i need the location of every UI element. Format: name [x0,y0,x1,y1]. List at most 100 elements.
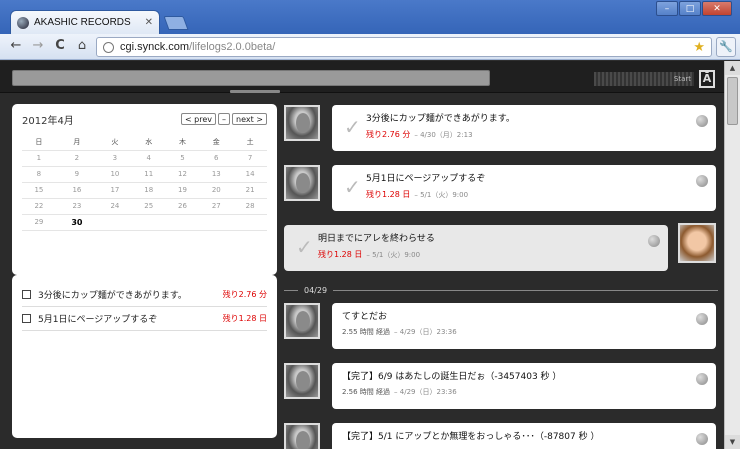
entry-date: – 4/29（日）23:36 [394,328,457,336]
calendar-day[interactable]: 20 [199,182,234,199]
timeline-entry: 【完了】5/1 にアップとか無理をおっしゃる･･･（-87807 秒 ） [284,421,718,449]
calendar-day[interactable]: 29 [22,214,56,231]
calendar-day[interactable]: 10 [98,166,132,183]
calendar-day[interactable]: 3 [98,150,132,167]
calendar-day[interactable]: 8 [22,166,56,183]
entry-elapsed: 2.56 時間 経過 [342,388,391,396]
checkmark-icon[interactable]: ✓ [296,235,313,259]
calendar-day[interactable]: 12 [165,166,200,183]
scroll-up-icon[interactable]: ▲ [725,61,740,75]
entry-text: 【完了】5/1 にアップとか無理をおっしゃる･･･（-87807 秒 ） [342,432,600,442]
current-month-button[interactable]: – [218,113,231,125]
maximize-button[interactable]: □ [679,1,701,16]
calendar-day[interactable]: 5 [165,150,200,167]
status-dot-icon[interactable] [696,115,708,127]
calendar-day[interactable]: 22 [22,198,56,215]
entry-bubble[interactable]: 【完了】6/9 はあたしの誕生日だぉ（-3457403 秒 ） 2.56 時間 … [332,363,716,409]
entry-remaining: 残り2.76 分 [366,130,411,139]
entry-remaining: 残り1.28 日 [366,190,411,199]
entry-bubble[interactable]: 【完了】5/1 にアップとか無理をおっしゃる･･･（-87807 秒 ） [332,423,716,449]
entry-text: 【完了】6/9 はあたしの誕生日だぉ（-3457403 秒 ） [342,372,562,382]
todo-checkbox[interactable] [22,314,31,323]
calendar-day[interactable]: 6 [199,150,234,167]
calendar-day[interactable]: 24 [98,198,132,215]
timeline-entry: 【完了】6/9 はあたしの誕生日だぉ（-3457403 秒 ） 2.56 時間 … [284,361,718,411]
calendar-day[interactable]: 17 [98,182,132,199]
calendar-day[interactable]: 4 [131,150,166,167]
timeline-entry: ✓ 5月1日にページアップするぞ 残り1.28 日 – 5/1（火）9:00 [284,163,718,213]
calendar-day[interactable]: 18 [131,182,166,199]
todo-text: 5月1日にページアップするぞ [38,315,158,325]
checkmark-icon[interactable]: ✓ [344,115,361,139]
status-dot-icon[interactable] [696,433,708,445]
minimize-button[interactable]: – [656,1,678,16]
entry-bubble[interactable]: ✓ 明日までにアレを終わらせる 残り1.28 日 – 5/1（火）9:00 [284,225,668,271]
tab-close-icon[interactable]: ✕ [145,17,153,28]
status-dot-icon[interactable] [696,313,708,325]
calendar-day[interactable]: 25 [131,198,166,215]
app-logo: Ā [699,70,715,88]
calendar-day[interactable]: 28 [233,198,267,215]
resize-handle[interactable] [230,90,280,93]
globe-icon [103,41,114,53]
calendar-day[interactable]: 11 [131,166,166,183]
browser-toolbar: ← → C ⌂ cgi.synck.com /lifelogs2.0.0beta… [0,34,740,60]
page-scrollbar[interactable]: ▲ ▼ [724,61,740,449]
calendar-day-today[interactable]: 30 [55,214,98,231]
timeline-feed: ✓ 3分後にカップ麺ができあがります。 残り2.76 分 – 4/30（月）2:1… [284,101,724,449]
bookmark-star-icon[interactable]: ★ [693,39,705,55]
wrench-icon[interactable]: 🔧 [716,37,736,57]
avatar [284,363,320,399]
close-window-button[interactable]: ✕ [702,1,732,16]
todo-checkbox[interactable] [22,290,31,299]
forward-arrow-icon[interactable]: → [30,38,46,54]
calendar-week: 8 9 10 11 12 13 14 [22,166,267,183]
entry-date: – 5/1（火）9:00 [366,251,421,259]
date-divider: 04/29 [284,283,718,297]
entry-meta: 2.55 時間 経過 – 4/29（日）23:36 [342,327,706,337]
weekday-row: 日 月 火 水 木 金 土 [22,134,267,151]
entry-bubble[interactable]: ✓ 5月1日にページアップするぞ 残り1.28 日 – 5/1（火）9:00 [332,165,716,211]
todo-text: 3分後にカップ麺ができあがります。 [38,291,187,301]
calendar-day[interactable]: 26 [165,198,200,215]
scroll-thumb[interactable] [727,77,738,125]
calendar-day[interactable]: 23 [55,198,98,215]
entry-bubble[interactable]: ✓ 3分後にカップ麺ができあがります。 残り2.76 分 – 4/30（月）2:1… [332,105,716,151]
timeline-entry: てすとだお 2.55 時間 経過 – 4/29（日）23:36 [284,301,718,351]
checkmark-icon[interactable]: ✓ [344,175,361,199]
reload-icon[interactable]: C [52,38,68,54]
calendar-day[interactable]: 9 [55,166,98,183]
scroll-down-icon[interactable]: ▼ [725,435,740,449]
back-arrow-icon[interactable]: ← [8,38,24,54]
calendar-day[interactable]: 19 [165,182,200,199]
home-icon[interactable]: ⌂ [74,38,90,54]
start-slider[interactable]: Start [594,72,694,86]
calendar-day[interactable]: 16 [55,182,98,199]
entry-text: てすとだお [342,312,388,322]
calendar-day [233,214,267,231]
todo-item: 3分後にカップ麺ができあがります。 残り2.76 分 [22,283,267,307]
calendar-day [98,214,132,231]
new-tab-button[interactable] [163,16,189,30]
calendar-day[interactable]: 21 [233,182,267,199]
status-dot-icon[interactable] [696,175,708,187]
calendar-day[interactable]: 27 [199,198,234,215]
calendar-day[interactable]: 7 [233,150,267,167]
address-bar[interactable]: cgi.synck.com /lifelogs2.0.0beta/ ★ [96,37,712,57]
browser-titlebar: AKASHIC RECORDS ✕ – □ ✕ [0,0,740,34]
prev-month-button[interactable]: < prev [180,113,217,125]
calendar-day[interactable]: 1 [22,150,56,167]
entry-input[interactable] [12,70,490,86]
entry-bubble[interactable]: てすとだお 2.55 時間 経過 – 4/29（日）23:36 [332,303,716,349]
status-dot-icon[interactable] [696,373,708,385]
avatar [678,223,716,263]
calendar-day[interactable]: 15 [22,182,56,199]
calendar-day[interactable]: 13 [199,166,234,183]
weekday: 木 [165,134,200,151]
status-dot-icon[interactable] [648,235,660,247]
avatar [284,165,320,201]
calendar-day[interactable]: 14 [233,166,267,183]
browser-tab[interactable]: AKASHIC RECORDS ✕ [10,10,160,34]
next-month-button[interactable]: next > [232,113,267,125]
calendar-day[interactable]: 2 [55,150,98,167]
